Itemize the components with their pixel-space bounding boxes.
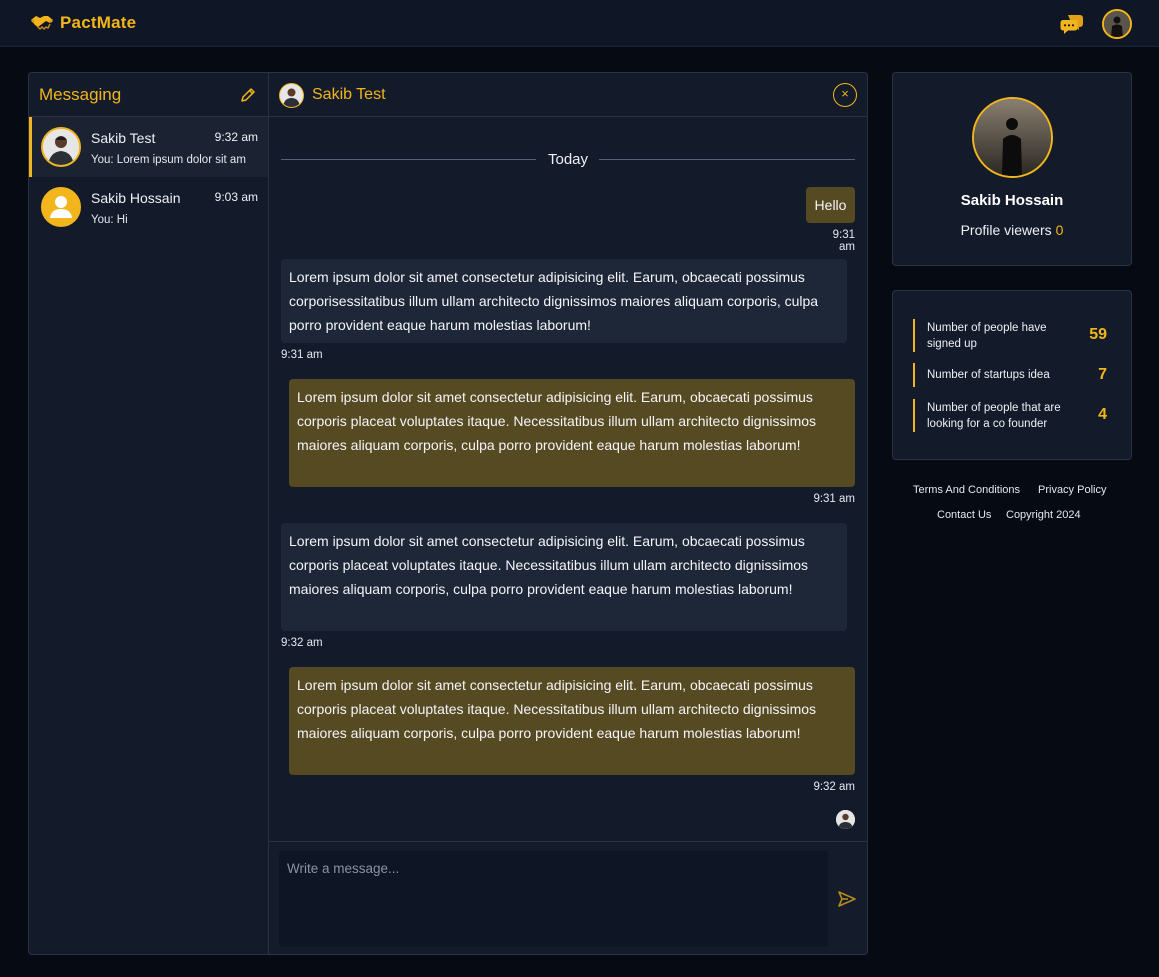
privacy-link[interactable]: Privacy Policy — [1038, 484, 1106, 496]
brand-name: PactMate — [60, 13, 137, 32]
send-icon[interactable] — [837, 889, 857, 909]
outgoing-message: Lorem ipsum dolor sit amet consectetur a… — [289, 379, 855, 487]
messaging-title: Messaging — [39, 85, 122, 104]
chat-window: Sakib Test × Today Hello 9:31 am Lorem i… — [269, 73, 867, 954]
copyright-text: Copyright 2024 — [1006, 509, 1081, 521]
person-photo-icon — [43, 129, 79, 165]
person-photo-icon — [280, 84, 303, 107]
message-time: 9:32 am — [281, 637, 323, 649]
avatar — [279, 83, 304, 108]
handshake-icon — [31, 16, 53, 31]
person-photo-icon — [836, 810, 855, 829]
brand-logo[interactable]: PactMate — [30, 12, 136, 34]
message-time: 9:31 am — [813, 493, 855, 505]
message-input[interactable] — [279, 851, 828, 947]
stat-label: Number of people that are looking for a … — [927, 402, 1061, 430]
close-chat-button[interactable]: × — [833, 83, 857, 107]
conversation-time: 9:32 am — [214, 130, 258, 144]
message-time: 9:31 am — [832, 229, 855, 253]
stat-value: 7 — [1098, 366, 1107, 383]
stat-value: 4 — [1098, 406, 1107, 423]
chat-header: Sakib Test × — [269, 73, 867, 117]
user-avatar[interactable] — [1102, 9, 1132, 39]
profile-name: Sakib Hossain — [960, 192, 1064, 209]
pencil-icon[interactable] — [240, 87, 256, 103]
top-navbar: PactMate — [0, 0, 1159, 47]
person-silhouette-icon — [1104, 11, 1130, 37]
profile-avatar[interactable] — [972, 97, 1053, 178]
avatar — [41, 127, 81, 167]
day-divider: Today — [281, 151, 855, 169]
conversation-preview: You: Hi — [91, 214, 128, 226]
terms-link[interactable]: Terms And Conditions — [913, 484, 1020, 496]
person-silhouette-icon — [974, 99, 1051, 176]
outgoing-message: Lorem ipsum dolor sit amet consectetur a… — [289, 667, 855, 775]
conversation-time: 9:03 am — [214, 190, 258, 204]
incoming-message: Lorem ipsum dolor sit amet consectetur a… — [281, 259, 847, 343]
conversation-preview: You: Lorem ipsum dolor sit am — [91, 154, 246, 166]
default-user-icon — [43, 189, 79, 225]
stat-row: Number of people that are looking for a … — [913, 399, 1113, 432]
conversation-item[interactable]: Sakib Hossain 9:03 am You: Hi — [29, 177, 268, 237]
conversation-list: Messaging Sakib Test 9:32 am You: Lorem … — [29, 73, 269, 954]
profile-viewers-label: Profile viewers — [960, 222, 1052, 238]
conversation-name: Sakib Test — [91, 130, 156, 146]
divider-line — [599, 159, 855, 160]
message-composer — [269, 841, 867, 954]
messaging-panel: Messaging Sakib Test 9:32 am You: Lorem … — [28, 72, 868, 955]
incoming-message: Lorem ipsum dolor sit amet consectetur a… — [281, 523, 847, 631]
stat-label: Number of people have signed up — [927, 322, 1047, 350]
messaging-header: Messaging — [29, 73, 268, 117]
profile-viewers[interactable]: Profile viewers 0 — [893, 222, 1131, 238]
stats-card: Number of people have signed up 59 Numbe… — [892, 290, 1132, 460]
contact-link[interactable]: Contact Us — [937, 509, 991, 521]
stat-row: Number of startups idea 7 — [913, 363, 1113, 387]
chat-contact-name: Sakib Test — [312, 86, 386, 103]
avatar — [41, 187, 81, 227]
chat-bubbles-icon[interactable] — [1060, 12, 1084, 36]
stat-value: 59 — [1089, 326, 1107, 343]
message-time: 9:31 am — [281, 349, 323, 361]
outgoing-message: Hello — [806, 187, 855, 223]
conversation-name: Sakib Hossain — [91, 190, 181, 206]
profile-card: Sakib Hossain Profile viewers 0 — [892, 72, 1132, 266]
message-thread: Today Hello 9:31 am Lorem ipsum dolor si… — [269, 118, 867, 841]
conversation-item[interactable]: Sakib Test 9:32 am You: Lorem ipsum dolo… — [29, 117, 268, 177]
stat-row: Number of people have signed up 59 — [913, 319, 1113, 352]
profile-viewers-count: 0 — [1055, 222, 1064, 238]
seen-avatar — [836, 810, 855, 829]
message-time: 9:32 am — [813, 781, 855, 793]
stat-label: Number of startups idea — [927, 369, 1050, 381]
